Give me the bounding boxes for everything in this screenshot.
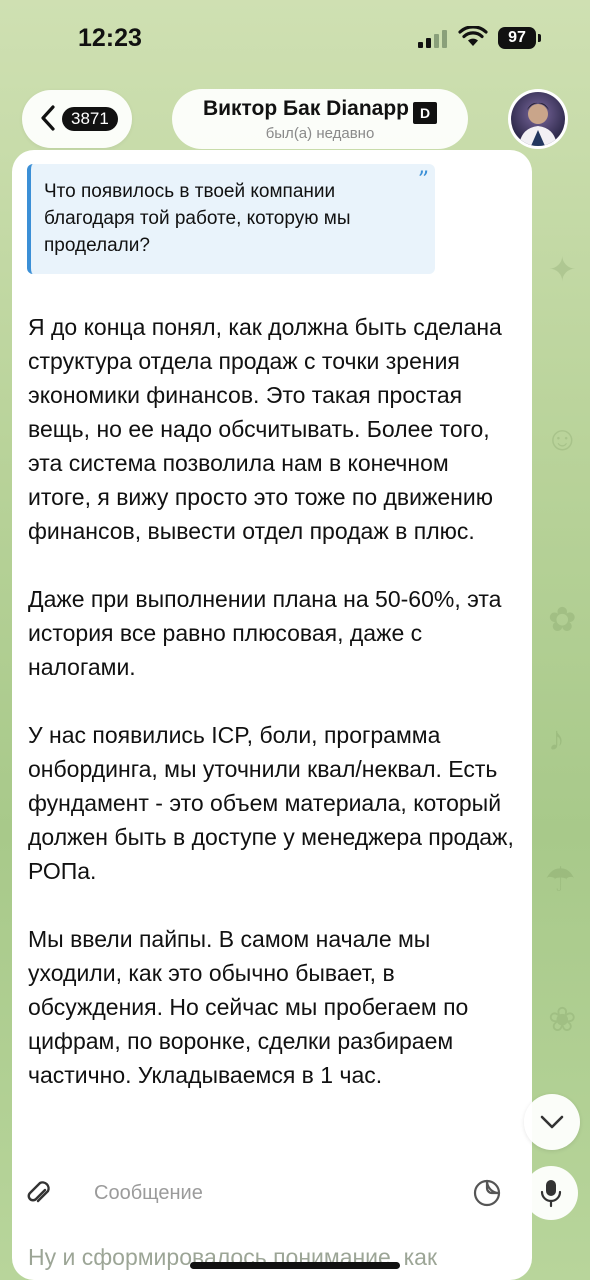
battery-indicator: 97 xyxy=(498,27,541,49)
message-paragraph: У нас появились ICP, боли, программа онб… xyxy=(28,722,514,884)
quoted-message[interactable]: Что появилось в твоей компании благодаря… xyxy=(27,164,435,274)
chat-last-seen: был(а) недавно xyxy=(265,125,375,142)
microphone-button[interactable] xyxy=(524,1166,578,1220)
message-paragraph: Даже при выполнении плана на 50-60%, эта… xyxy=(28,586,502,680)
scroll-to-bottom-button[interactable] xyxy=(524,1094,580,1150)
sticker-icon[interactable] xyxy=(472,1178,502,1208)
message-bubble[interactable]: Что появилось в твоей компании благодаря… xyxy=(12,150,532,1280)
message-paragraph: Я до конца понял, как должна быть сделан… xyxy=(28,314,502,544)
status-time: 12:23 xyxy=(78,24,142,52)
wifi-icon xyxy=(458,26,488,46)
status-bar: 12:23 97 xyxy=(0,0,590,80)
unread-count-badge: 3871 xyxy=(62,107,118,131)
chat-title: Виктор Бак Dianapp D xyxy=(172,97,468,124)
cellular-signal-icon xyxy=(418,30,450,48)
home-indicator[interactable] xyxy=(190,1262,400,1269)
chevron-down-icon xyxy=(540,1115,564,1129)
avatar-photo xyxy=(511,92,565,146)
message-paragraph: Мы ввели пайпы. В самом начале мы уходил… xyxy=(28,926,469,1088)
chat-title-text: Виктор Бак Dianapp xyxy=(202,97,410,120)
quote-mark-icon: ” xyxy=(417,168,429,193)
message-text: Я до конца понял, как должна быть сделан… xyxy=(28,310,518,1126)
message-input[interactable] xyxy=(76,1166,516,1220)
attach-button[interactable] xyxy=(12,1166,66,1220)
paperclip-icon xyxy=(27,1181,50,1203)
avatar[interactable] xyxy=(508,89,568,149)
back-button[interactable]: 3871 xyxy=(22,90,132,148)
dianapp-logo-icon: D xyxy=(413,102,438,124)
quote-text: Что появилось в твоей компании благодаря… xyxy=(44,181,351,256)
chat-header-info[interactable]: Виктор Бак Dianapp D был(а) недавно xyxy=(172,89,468,149)
microphone-icon xyxy=(540,1180,562,1208)
chevron-left-icon xyxy=(41,105,55,131)
